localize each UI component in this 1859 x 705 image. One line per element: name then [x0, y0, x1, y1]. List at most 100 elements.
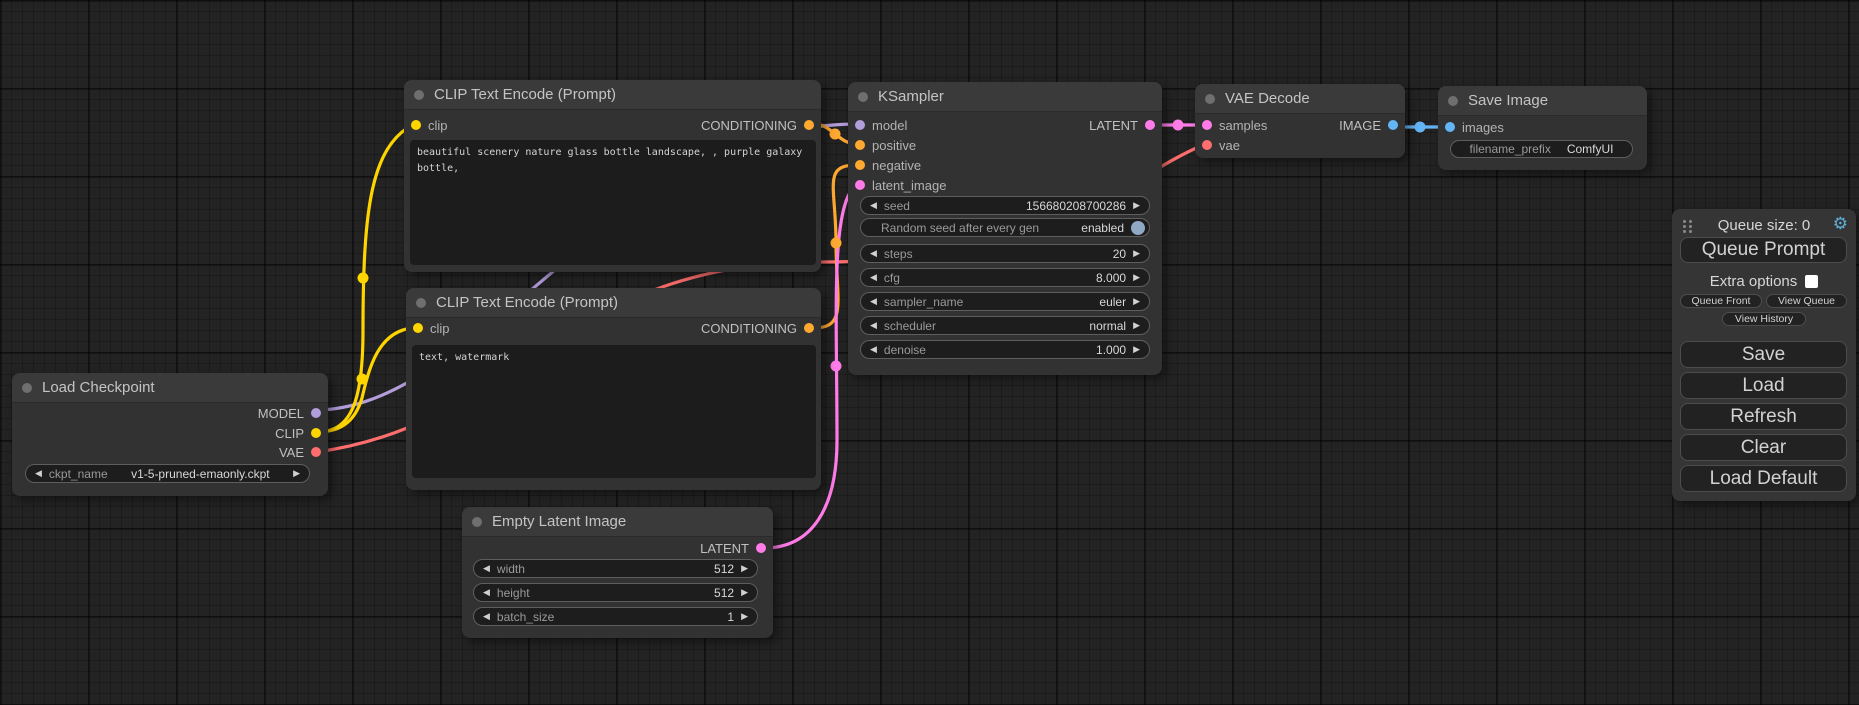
widget-random-seed-mode[interactable]: Random seed after every gen enabled [860, 218, 1150, 237]
collapse-dot-icon[interactable] [472, 517, 482, 527]
refresh-button[interactable]: Refresh [1680, 403, 1847, 430]
input-port-positive-icon[interactable] [855, 140, 865, 150]
increment-arrow-icon[interactable]: ▶ [1133, 273, 1140, 282]
collapse-dot-icon[interactable] [416, 298, 426, 308]
node-title: CLIP Text Encode (Prompt) [436, 294, 618, 311]
input-port-clip-icon[interactable] [411, 120, 421, 130]
decrement-arrow-icon[interactable]: ◀ [870, 201, 877, 210]
widget-sampler-name[interactable]: ◀ sampler_name euler ▶ [860, 292, 1150, 311]
node-vae-decode[interactable]: VAE Decode samples IMAGE vae [1195, 84, 1405, 158]
node-clip-text-encode-negative[interactable]: CLIP Text Encode (Prompt) clip CONDITION… [406, 288, 821, 490]
node-graph-canvas[interactable]: Load Checkpoint MODEL CLIP VAE ◀ ckpt_na… [0, 0, 1859, 705]
prompt-textarea[interactable]: beautiful scenery nature glass bottle la… [410, 140, 816, 265]
node-title-bar[interactable]: Load Checkpoint [12, 373, 328, 403]
decrement-arrow-icon[interactable]: ◀ [483, 588, 490, 597]
increment-arrow-icon[interactable]: ▶ [741, 564, 748, 573]
widget-value: v1-5-pruned-emaonly.ckpt [131, 467, 270, 481]
widget-denoise[interactable]: ◀ denoise 1.000 ▶ [860, 340, 1150, 359]
node-ksampler[interactable]: KSampler model LATENT positive negative … [848, 82, 1162, 375]
output-port-label: CLIP [275, 426, 304, 441]
widget-seed[interactable]: ◀ seed 156680208700286 ▶ [860, 196, 1150, 215]
decrement-arrow-icon[interactable]: ◀ [870, 297, 877, 306]
link-clip-negative [317, 328, 412, 432]
widget-batch-size[interactable]: ◀ batch_size 1 ▶ [473, 607, 758, 626]
node-title-bar[interactable]: KSampler [848, 82, 1162, 112]
widget-height[interactable]: ◀ height 512 ▶ [473, 583, 758, 602]
decrement-arrow-icon[interactable]: ◀ [870, 345, 877, 354]
output-port-conditioning-icon[interactable] [804, 323, 814, 333]
input-port-negative-icon[interactable] [855, 160, 865, 170]
queue-front-button[interactable]: Queue Front [1680, 294, 1762, 308]
node-title-bar[interactable]: Empty Latent Image [462, 507, 773, 537]
node-title: VAE Decode [1225, 90, 1310, 107]
decrement-arrow-icon[interactable]: ◀ [483, 612, 490, 621]
output-port-latent-icon[interactable] [756, 543, 766, 553]
output-port-conditioning-icon[interactable] [804, 120, 814, 130]
node-title-bar[interactable]: VAE Decode [1195, 84, 1405, 114]
node-empty-latent-image[interactable]: Empty Latent Image LATENT ◀ width 512 ▶ … [462, 507, 773, 638]
increment-arrow-icon[interactable]: ▶ [741, 588, 748, 597]
input-port-images-icon[interactable] [1445, 122, 1455, 132]
collapse-dot-icon[interactable] [22, 383, 32, 393]
widget-steps[interactable]: ◀ steps 20 ▶ [860, 244, 1150, 263]
increment-arrow-icon[interactable]: ▶ [1133, 345, 1140, 354]
collapse-dot-icon[interactable] [1448, 96, 1458, 106]
widget-scheduler[interactable]: ◀ scheduler normal ▶ [860, 316, 1150, 335]
input-port-vae-icon[interactable] [1202, 140, 1212, 150]
widget-value: 512 [714, 586, 734, 600]
queue-prompt-button[interactable]: Queue Prompt [1680, 237, 1847, 263]
clear-button[interactable]: Clear [1680, 434, 1847, 461]
load-default-button[interactable]: Load Default [1680, 465, 1847, 492]
node-title: CLIP Text Encode (Prompt) [434, 86, 616, 103]
collapse-dot-icon[interactable] [858, 92, 868, 102]
decrement-arrow-icon[interactable]: ◀ [483, 564, 490, 573]
widget-filename-prefix[interactable]: filename_prefix ComfyUI [1450, 140, 1633, 158]
input-port-clip-icon[interactable] [413, 323, 423, 333]
collapse-dot-icon[interactable] [414, 90, 424, 100]
node-title-bar[interactable]: CLIP Text Encode (Prompt) [406, 288, 821, 318]
output-port-label: LATENT [700, 541, 749, 556]
increment-arrow-icon[interactable]: ▶ [1133, 297, 1140, 306]
widget-cfg[interactable]: ◀ cfg 8.000 ▶ [860, 268, 1150, 287]
increment-arrow-icon[interactable]: ▶ [741, 612, 748, 621]
view-history-button[interactable]: View History [1722, 312, 1806, 326]
widget-width[interactable]: ◀ width 512 ▶ [473, 559, 758, 578]
node-title-bar[interactable]: CLIP Text Encode (Prompt) [404, 80, 821, 110]
queue-panel[interactable]: Queue size: 0 ⚙ Queue Prompt Extra optio… [1672, 209, 1856, 501]
decrement-arrow-icon[interactable]: ◀ [870, 273, 877, 282]
node-title-bar[interactable]: Save Image [1438, 86, 1647, 116]
save-button[interactable]: Save [1680, 341, 1847, 368]
increment-arrow-icon[interactable]: ▶ [1133, 249, 1140, 258]
output-port-image-icon[interactable] [1388, 120, 1398, 130]
widget-ckpt-name[interactable]: ◀ ckpt_name v1-5-pruned-emaonly.ckpt ▶ [25, 464, 310, 483]
load-button[interactable]: Load [1680, 372, 1847, 399]
node-clip-text-encode-positive[interactable]: CLIP Text Encode (Prompt) clip CONDITION… [404, 80, 821, 272]
increment-arrow-icon[interactable]: ▶ [1133, 201, 1140, 210]
output-port-clip-icon[interactable] [311, 428, 321, 438]
prompt-textarea[interactable]: text, watermark [412, 345, 816, 478]
node-load-checkpoint[interactable]: Load Checkpoint MODEL CLIP VAE ◀ ckpt_na… [12, 373, 328, 496]
extra-options-row: Extra options [1672, 272, 1856, 290]
port-row: samples IMAGE [1195, 115, 1405, 135]
output-port-model-icon[interactable] [311, 408, 321, 418]
decrement-arrow-icon[interactable]: ◀ [870, 321, 877, 330]
widget-value: 1 [727, 610, 734, 624]
decrement-arrow-icon[interactable]: ◀ [35, 469, 42, 478]
output-port-vae-icon[interactable] [311, 447, 321, 457]
view-queue-button[interactable]: View Queue [1766, 294, 1847, 308]
seed-mode-knob-icon[interactable] [1131, 221, 1145, 235]
extra-options-checkbox[interactable] [1805, 275, 1818, 288]
input-port-label: samples [1219, 118, 1267, 133]
output-port-latent-icon[interactable] [1145, 120, 1155, 130]
collapse-dot-icon[interactable] [1205, 94, 1215, 104]
link-dot [1173, 120, 1184, 131]
input-port-latent-image-icon[interactable] [855, 180, 865, 190]
port-row: latent_image [848, 175, 1162, 195]
node-save-image[interactable]: Save Image images filename_prefix ComfyU… [1438, 86, 1647, 170]
input-port-model-icon[interactable] [855, 120, 865, 130]
gear-icon[interactable]: ⚙ [1833, 214, 1848, 234]
increment-arrow-icon[interactable]: ▶ [1133, 321, 1140, 330]
increment-arrow-icon[interactable]: ▶ [293, 469, 300, 478]
input-port-samples-icon[interactable] [1202, 120, 1212, 130]
decrement-arrow-icon[interactable]: ◀ [870, 249, 877, 258]
